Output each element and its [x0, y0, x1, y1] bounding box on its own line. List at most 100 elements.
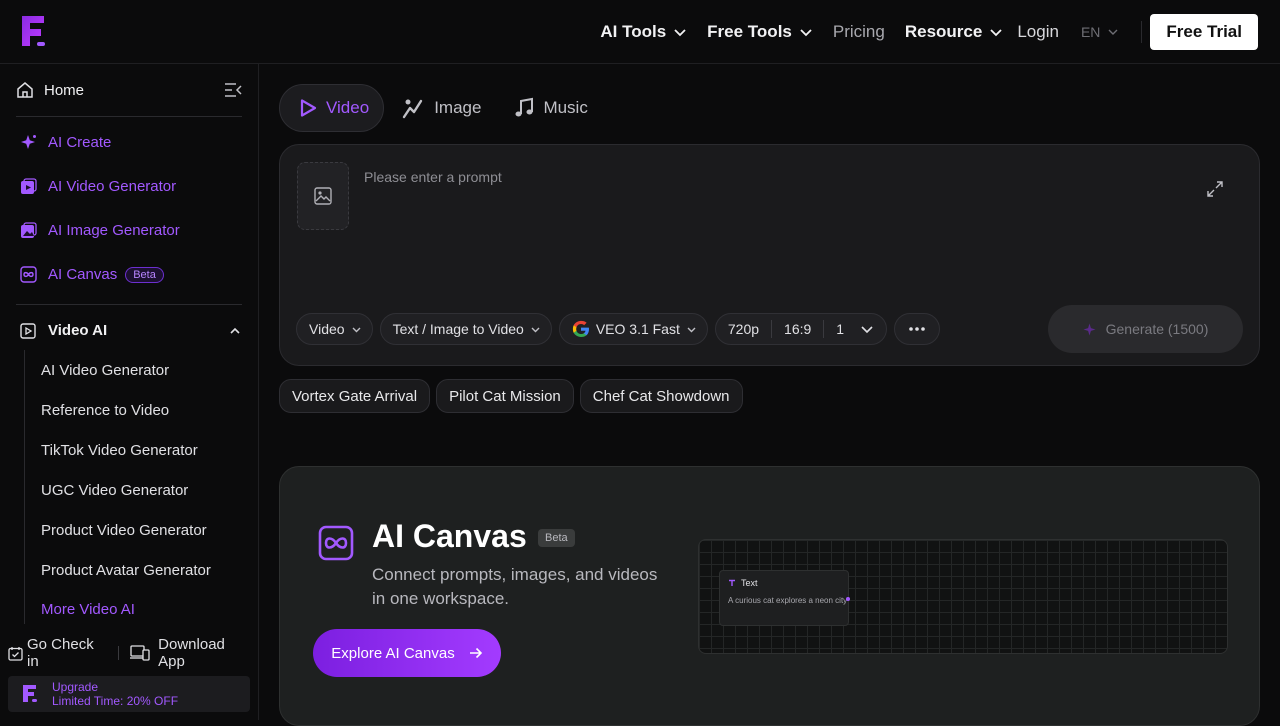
nav-ai-tools-label: AI Tools	[600, 22, 667, 41]
sidebar-sub-item[interactable]: TikTok Video Generator	[41, 442, 198, 459]
more-video-ai-link[interactable]: More Video AI	[41, 601, 135, 618]
sidebar-item-ai-video-generator[interactable]: AI Video Generator	[20, 178, 176, 195]
sidebar-item-ai-create[interactable]: AI Create	[20, 134, 111, 151]
output-count-select[interactable]: 1	[824, 321, 874, 337]
prompt-input[interactable]	[364, 169, 1184, 289]
sidebar: Home AI Create AI Video Generator AI Ima…	[0, 64, 259, 720]
check-in-button[interactable]: Go Check in	[8, 636, 107, 670]
more-options-button[interactable]	[894, 313, 941, 345]
more-horizontal-icon	[909, 327, 925, 331]
language-select[interactable]: EN	[1081, 24, 1119, 40]
explore-label: Explore AI Canvas	[331, 644, 455, 662]
sidebar-section-video-ai[interactable]: Video AI	[20, 322, 242, 339]
image-upload-icon	[314, 187, 332, 205]
video-gen-icon	[20, 178, 37, 195]
home-icon	[16, 81, 34, 99]
sidebar-item-label: AI Canvas	[48, 266, 118, 283]
generate-label: Generate (1500)	[1105, 321, 1209, 337]
sidebar-divider	[16, 304, 242, 305]
sparkle-icon	[20, 134, 37, 151]
upgrade-text: Upgrade Limited Time: 20% OFF	[52, 680, 178, 708]
ai-canvas-description: Connect prompts, images, and videos in o…	[372, 565, 658, 608]
suggestion-chip[interactable]: Pilot Cat Mission	[436, 379, 574, 413]
node-output-port	[846, 597, 850, 601]
login-label: Login	[1017, 22, 1059, 41]
sparkle-icon	[1083, 323, 1096, 336]
sidebar-section-title: Video AI	[48, 322, 108, 339]
expand-icon[interactable]	[1207, 181, 1223, 197]
explore-ai-canvas-button[interactable]: Explore AI Canvas	[313, 629, 501, 677]
upgrade-offer: Limited Time: 20% OFF	[52, 694, 179, 708]
tab-video[interactable]: Video	[279, 84, 385, 132]
sidebar-sub-item[interactable]: Product Avatar Generator	[41, 562, 211, 579]
tab-image[interactable]: Image	[384, 84, 495, 132]
sidebar-sub-item[interactable]: AI Video Generator	[41, 362, 169, 379]
sidebar-item-ai-image-generator[interactable]: AI Image Generator	[20, 222, 180, 239]
nav-free-tools-label: Free Tools	[707, 22, 792, 41]
google-logo-icon	[572, 320, 590, 338]
top-navigation: AI Tools Free Tools Pricing Resource Log…	[0, 0, 1280, 64]
sidebar-item-home[interactable]: Home	[16, 78, 242, 102]
generate-button[interactable]: Generate (1500)	[1048, 305, 1243, 353]
nav-pricing[interactable]: Pricing	[833, 22, 885, 42]
nav-divider	[1141, 21, 1143, 43]
mode-value: Video	[309, 321, 345, 337]
chevron-down-icon	[1108, 29, 1118, 35]
language-label: EN	[1080, 24, 1101, 40]
tab-label: Video	[326, 98, 370, 117]
sidebar-item-ai-canvas[interactable]: AI Canvas Beta	[20, 266, 164, 283]
upgrade-title: Upgrade	[52, 680, 99, 694]
nav-menu: AI Tools Free Tools Pricing Resource Log…	[580, 14, 1258, 50]
devices-icon	[130, 645, 150, 661]
mode-select[interactable]: Video	[296, 313, 373, 345]
text-node-body: A curious cat explores a neon city	[728, 596, 848, 605]
submenu-guide-line	[24, 350, 25, 624]
download-app-button[interactable]: Download App	[130, 636, 252, 670]
check-in-label: Go Check in	[27, 636, 94, 670]
media-type-tabs: Video Image Music	[279, 84, 602, 132]
suggestion-chip[interactable]: Chef Cat Showdown	[579, 379, 743, 413]
upload-image-button[interactable]	[297, 162, 349, 230]
canvas-preview: Text A curious cat explores a neon city	[698, 539, 1228, 654]
text-node: Text A curious cat explores a neon city	[719, 570, 850, 626]
resolution-select[interactable]: 720p	[728, 321, 771, 337]
tab-label: Image	[434, 98, 482, 117]
music-note-icon	[513, 97, 535, 119]
sidebar-home-label: Home	[44, 81, 85, 99]
chevron-down-icon	[861, 326, 873, 334]
output-settings-group: 720p 16:9 1	[714, 313, 888, 345]
canvas-icon	[20, 266, 37, 283]
model-select[interactable]: VEO 3.1 Fast	[558, 313, 708, 345]
calendar-check-icon	[8, 646, 23, 661]
model-value: VEO 3.1 Fast	[595, 321, 680, 337]
sidebar-sub-item[interactable]: Product Video Generator	[41, 522, 207, 539]
sidebar-item-label: AI Video Generator	[48, 178, 177, 195]
tab-music[interactable]: Music	[495, 84, 601, 132]
generation-type-select[interactable]: Text / Image to Video	[379, 313, 552, 345]
brand-logo[interactable]	[20, 14, 48, 50]
chevron-down-icon	[531, 327, 540, 332]
nav-resource[interactable]: Resource	[905, 22, 1003, 42]
collapse-sidebar-icon[interactable]	[224, 82, 242, 98]
aspect-ratio-select[interactable]: 16:9	[772, 321, 823, 337]
chevron-down-icon	[352, 327, 361, 332]
download-app-label: Download App	[158, 636, 225, 670]
sidebar-sub-item[interactable]: UGC Video Generator	[41, 482, 188, 499]
login-link[interactable]: Login	[1017, 22, 1059, 42]
free-trial-button[interactable]: Free Trial	[1150, 14, 1258, 50]
nav-free-tools[interactable]: Free Tools	[707, 22, 813, 42]
nav-ai-tools[interactable]: AI Tools	[600, 22, 687, 42]
canvas-icon	[318, 525, 354, 561]
output-count-value: 1	[836, 321, 845, 337]
upgrade-banner[interactable]: Upgrade Limited Time: 20% OFF	[8, 676, 250, 712]
footer-divider	[118, 646, 120, 660]
arrow-right-icon	[469, 647, 483, 659]
prompt-panel: Video Text / Image to Video VEO 3.1 Fast…	[279, 144, 1260, 366]
sidebar-footer: Go Check in Download App	[8, 636, 252, 670]
text-type-icon	[728, 579, 736, 587]
text-node-header: Text	[728, 578, 758, 588]
suggestion-chip[interactable]: Vortex Gate Arrival	[279, 379, 431, 413]
brand-mini-logo-icon	[22, 684, 38, 704]
sidebar-sub-item[interactable]: Reference to Video	[41, 402, 169, 419]
chevron-down-icon	[674, 29, 686, 37]
